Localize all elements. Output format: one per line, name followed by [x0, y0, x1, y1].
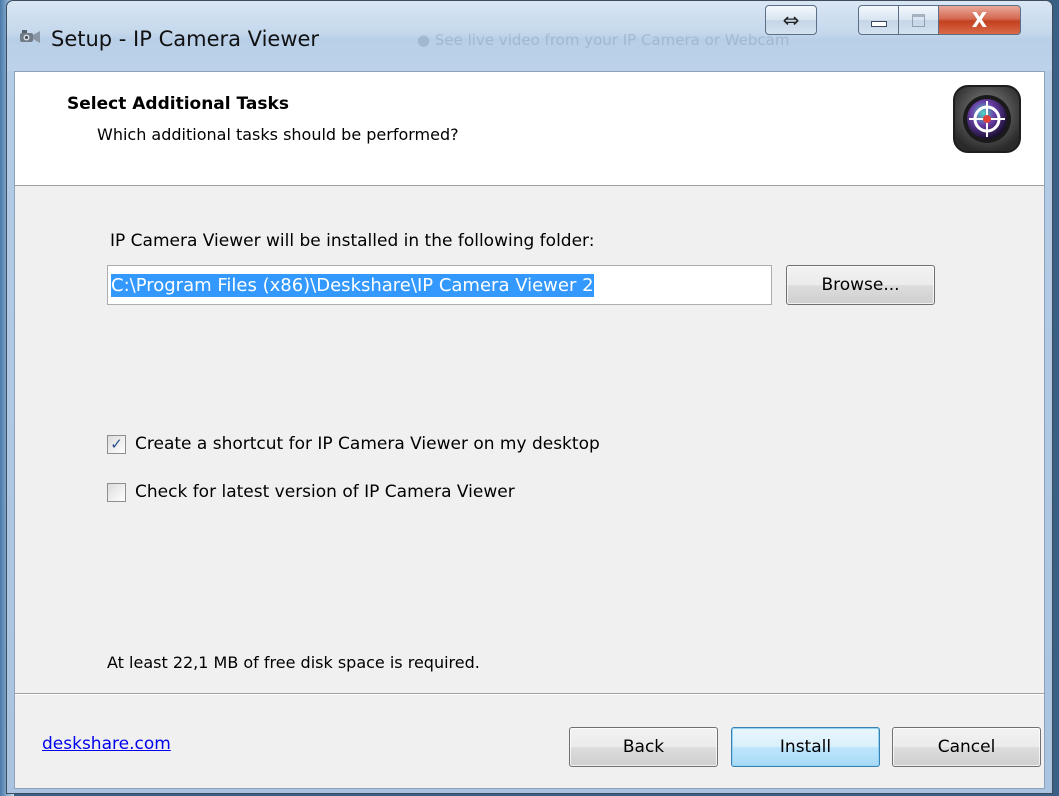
close-icon: X [971, 8, 988, 32]
install-path-text: C:\Program Files (x86)\Deskshare\IP Came… [111, 273, 594, 297]
minimize-button[interactable] [858, 5, 899, 35]
page-title: Select Additional Tasks [67, 94, 289, 114]
setup-window: ● See live video from your IP Camera or … [6, 0, 1053, 794]
cancel-button[interactable]: Cancel [892, 727, 1041, 767]
deskshare-link[interactable]: deskshare.com [42, 734, 171, 754]
title-bar-ghost-text: ● See live video from your IP Camera or … [417, 31, 790, 49]
maximize-icon [912, 13, 925, 27]
install-button[interactable]: Install [731, 727, 880, 767]
check-latest-version-label: Check for latest version of IP Camera Vi… [135, 482, 515, 502]
resize-arrows-icon: ⇔ [782, 8, 800, 32]
close-button[interactable]: X [939, 5, 1021, 35]
check-latest-version-checkbox[interactable] [107, 482, 126, 502]
browse-button[interactable]: Browse... [786, 265, 935, 305]
wizard-header: Select Additional Tasks Which additional… [15, 72, 1044, 186]
setup-app-icon [20, 30, 40, 43]
page-subtitle: Which additional tasks should be perform… [97, 125, 459, 144]
task-row-desktop-shortcut[interactable]: ✓ Create a shortcut for IP Camera Viewer… [107, 434, 600, 454]
maximize-button [899, 5, 939, 35]
title-bar[interactable]: ● See live video from your IP Camera or … [7, 1, 1052, 71]
back-button[interactable]: Back [569, 727, 718, 767]
install-path-input[interactable]: C:\Program Files (x86)\Deskshare\IP Came… [107, 265, 772, 305]
camera-lens-icon [953, 85, 1021, 153]
task-row-check-latest-version[interactable]: Check for latest version of IP Camera Vi… [107, 482, 515, 502]
minimize-icon [870, 21, 887, 27]
desktop-shortcut-label: Create a shortcut for IP Camera Viewer o… [135, 434, 600, 454]
disk-space-requirement: At least 22,1 MB of free disk space is r… [107, 653, 480, 672]
wizard-client-area: Select Additional Tasks Which additional… [14, 71, 1045, 789]
footer-divider [15, 693, 1044, 695]
desktop-shortcut-checkbox[interactable]: ✓ [107, 434, 126, 454]
snap-button[interactable]: ⇔ [765, 5, 817, 35]
checkmark-icon: ✓ [110, 434, 123, 453]
window-title: Setup - IP Camera Viewer [51, 27, 320, 51]
install-folder-label: IP Camera Viewer will be installed in th… [110, 231, 595, 251]
caption-buttons: X [858, 5, 1021, 35]
